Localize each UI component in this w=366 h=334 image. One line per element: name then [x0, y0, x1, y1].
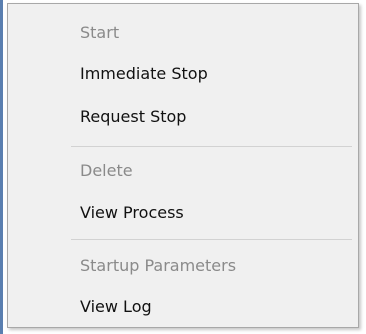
menu-item-delete: Delete — [80, 161, 133, 180]
menu-separator — [71, 146, 352, 147]
menu-item-start: Start — [80, 23, 120, 42]
menu-item-view-process[interactable]: View Process — [80, 203, 184, 223]
menu-separator — [71, 239, 352, 240]
menu-item-request-stop[interactable]: Request Stop — [80, 107, 186, 127]
menu-item-immediate-stop[interactable]: Immediate Stop — [80, 64, 208, 84]
menu-item-view-log[interactable]: View Log — [80, 297, 152, 317]
menu-item-startup-parameters: Startup Parameters — [80, 256, 237, 275]
context-menu: Start Immediate Stop Request Stop Delete… — [7, 3, 359, 328]
window-edge — [0, 0, 3, 334]
